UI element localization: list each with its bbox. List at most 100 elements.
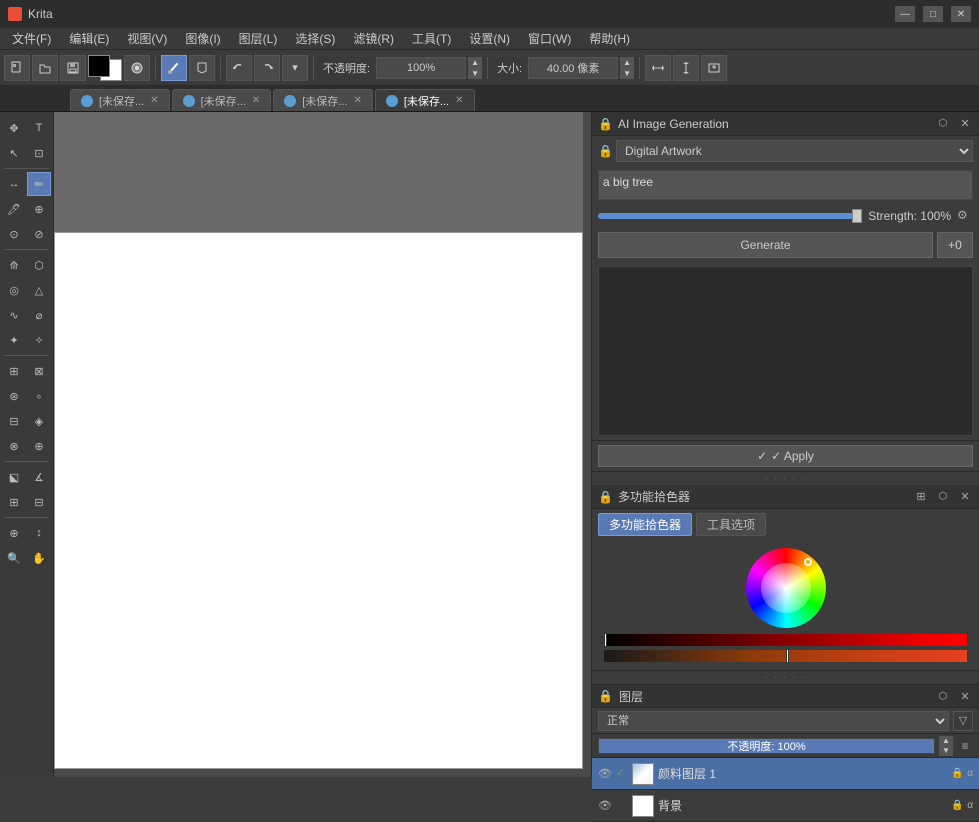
opacity-down-button[interactable]: ▼	[468, 68, 482, 79]
measure-tool[interactable]: ∡	[27, 465, 51, 489]
apply-button[interactable]: ✓ ✓ Apply	[598, 445, 973, 467]
color-swatches[interactable]	[88, 55, 122, 81]
opacity-spinner[interactable]: ▲ ▼	[468, 57, 482, 79]
opacity-menu-button[interactable]: ≡	[957, 738, 973, 754]
rect-tool[interactable]: ⊞	[2, 359, 26, 383]
save-file-button[interactable]	[60, 55, 86, 81]
menu-item[interactable]: 帮助(H)	[581, 28, 638, 49]
generate-button[interactable]: Generate	[598, 232, 933, 258]
layers-close-button[interactable]: ✕	[957, 688, 973, 704]
scroll-tool[interactable]: ✋	[27, 546, 51, 570]
clone-tool[interactable]: ⊙	[2, 222, 26, 246]
prompt-area[interactable]: a big tree	[598, 170, 973, 200]
new-document-button[interactable]	[4, 55, 30, 81]
ellipse-select-tool[interactable]: △	[27, 278, 51, 302]
rect-select-tool[interactable]: ◎	[2, 278, 26, 302]
mirror-h-button[interactable]	[645, 55, 671, 81]
redo-button[interactable]	[254, 55, 280, 81]
document-tab[interactable]: [未保存...✕	[172, 89, 272, 111]
text-tool[interactable]: T	[27, 116, 51, 140]
minimize-button[interactable]: —	[895, 6, 915, 22]
brush-tool-button[interactable]	[161, 55, 187, 81]
horizontal-scrollbar[interactable]	[54, 769, 583, 777]
style-select[interactable]: Digital Artwork	[616, 140, 973, 162]
gradient-tool[interactable]: ⬡	[27, 253, 51, 277]
opacity-spin[interactable]: ▲ ▼	[939, 736, 953, 756]
menu-item[interactable]: 文件(F)	[4, 28, 59, 49]
settings-icon[interactable]: ⚙	[957, 208, 973, 224]
layers-filter-button[interactable]: ▽	[953, 711, 973, 731]
ai-panel-expand-button[interactable]: ⬡	[935, 116, 951, 132]
size-up-button[interactable]: ▲	[620, 57, 634, 68]
ai-panel-close-button[interactable]: ✕	[957, 116, 973, 132]
color-panel-close-button[interactable]: ✕	[957, 489, 973, 505]
magnify-tool[interactable]: ↕	[27, 521, 51, 545]
layer-visibility-icon[interactable]: 👁	[598, 799, 612, 813]
opacity-progress-bar[interactable]: 不透明度: 100%	[598, 738, 935, 754]
opacity-up-button[interactable]: ▲	[939, 736, 953, 746]
brush-preset-button[interactable]	[124, 55, 150, 81]
path-tool[interactable]: ⊕	[27, 434, 51, 458]
similar-select-tool[interactable]: ✧	[27, 328, 51, 352]
polygon-select-tool[interactable]: ∿	[2, 303, 26, 327]
tab-close-button[interactable]: ✕	[353, 95, 361, 106]
smart-patch-tool[interactable]: ⊕	[27, 197, 51, 221]
menu-item[interactable]: 设置(N)	[461, 28, 518, 49]
mirror-v-button[interactable]	[673, 55, 699, 81]
menu-item[interactable]: 视图(V)	[119, 28, 175, 49]
select-tool[interactable]: ↖	[2, 141, 26, 165]
opacity-up-button[interactable]: ▲	[468, 57, 482, 68]
strength-slider[interactable]	[598, 213, 862, 219]
layer-visibility-icon[interactable]: 👁	[598, 767, 612, 781]
wrap-button[interactable]	[701, 55, 727, 81]
layer-row[interactable]: 👁 ✓ 颜料图层 1 🔒 α	[592, 758, 979, 790]
bezier-tool[interactable]: ∘	[27, 384, 51, 408]
color-panel-expand-button[interactable]: ⬡	[935, 489, 951, 505]
menu-item[interactable]: 选择(S)	[287, 28, 343, 49]
menu-item[interactable]: 图像(I)	[177, 28, 228, 49]
menu-item[interactable]: 工具(T)	[404, 28, 459, 49]
size-spinner[interactable]: ▲ ▼	[620, 57, 634, 79]
opacity-input[interactable]	[376, 57, 466, 79]
tab-close-button[interactable]: ✕	[455, 95, 463, 106]
erase-tool[interactable]: ⊘	[27, 222, 51, 246]
menu-item[interactable]: 编辑(E)	[61, 28, 117, 49]
open-file-button[interactable]	[32, 55, 58, 81]
move-tool[interactable]: ↔	[2, 172, 26, 196]
brush-tool[interactable]: ✏	[27, 172, 51, 196]
canvas-area[interactable]	[54, 112, 591, 777]
layers-expand-button[interactable]: ⬡	[935, 688, 951, 704]
layers-blend-select[interactable]: 正常	[598, 711, 949, 731]
close-button[interactable]: ✕	[951, 6, 971, 22]
document-tab[interactable]: [未保存...✕	[273, 89, 373, 111]
reference-image-tool[interactable]: ⊕	[2, 521, 26, 545]
vertical-scrollbar[interactable]	[583, 112, 591, 777]
zoom-in-tool[interactable]: 🔍	[2, 546, 26, 570]
calligraphy-tool[interactable]: 🖊	[2, 197, 26, 221]
document-tab[interactable]: [未保存...✕	[70, 89, 170, 111]
freehand-select-tool[interactable]: ⌀	[27, 303, 51, 327]
contiguous-select-tool[interactable]: ✦	[2, 328, 26, 352]
tab-close-button[interactable]: ✕	[252, 95, 260, 106]
layer-row[interactable]: 👁 ✓ 背景 🔒 α	[592, 790, 979, 822]
line-tool[interactable]: ⊛	[2, 384, 26, 408]
document-tab[interactable]: [未保存...✕	[375, 89, 475, 111]
size-down-button[interactable]: ▼	[620, 68, 634, 79]
color-wheel[interactable]	[746, 548, 826, 628]
fill-tool-button[interactable]	[189, 55, 215, 81]
color-tab-tool-options[interactable]: 工具选项	[696, 513, 766, 536]
saturation-bar[interactable]	[604, 650, 967, 662]
menu-item[interactable]: 窗口(W)	[520, 28, 579, 49]
fg-color-swatch[interactable]	[88, 55, 110, 77]
menu-item[interactable]: 滤镜(R)	[345, 28, 402, 49]
ellipse-tool[interactable]: ⊠	[27, 359, 51, 383]
dynamic-brush-tool[interactable]: ⊗	[2, 434, 26, 458]
fill-tool[interactable]: ⟰	[2, 253, 26, 277]
ruler-tool[interactable]: ⬕	[2, 465, 26, 489]
extra-button[interactable]: ▾	[282, 55, 308, 81]
polyline-tool[interactable]: ⊟	[2, 409, 26, 433]
opacity-down-button[interactable]: ▼	[939, 746, 953, 756]
crop-tool[interactable]: ⊡	[27, 141, 51, 165]
menu-item[interactable]: 图层(L)	[231, 28, 286, 49]
zoom-tool[interactable]: ⊞	[2, 490, 26, 514]
